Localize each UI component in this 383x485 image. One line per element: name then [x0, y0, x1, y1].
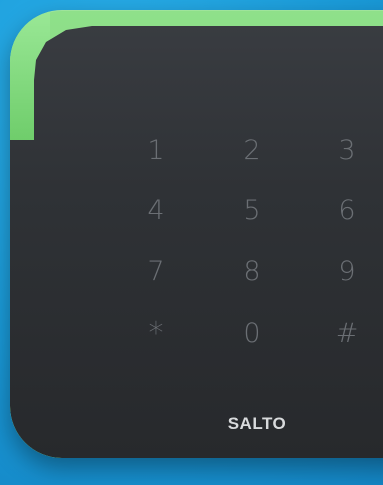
photo-scene: 1 2 3 4 5 6 7 8 9 * 0 # SALTO — [0, 0, 383, 485]
key-hash[interactable]: # — [327, 319, 367, 349]
key-9[interactable]: 9 — [327, 257, 367, 287]
key-7[interactable]: 7 — [136, 257, 176, 287]
brand-logo: SALTO — [227, 414, 287, 433]
key-0[interactable]: 0 — [232, 319, 272, 349]
key-6[interactable]: 6 — [327, 196, 367, 226]
key-1[interactable]: 1 — [136, 136, 176, 166]
device-face: 1 2 3 4 5 6 7 8 9 * 0 # SALTO — [10, 10, 383, 458]
key-3[interactable]: 3 — [327, 136, 367, 166]
keypad-device: 1 2 3 4 5 6 7 8 9 * 0 # SALTO — [10, 10, 383, 458]
key-star[interactable]: * — [136, 319, 176, 349]
key-4[interactable]: 4 — [136, 196, 176, 226]
key-2[interactable]: 2 — [232, 136, 272, 166]
key-8[interactable]: 8 — [232, 257, 272, 287]
keypad-panel — [10, 26, 383, 458]
key-5[interactable]: 5 — [232, 196, 272, 226]
